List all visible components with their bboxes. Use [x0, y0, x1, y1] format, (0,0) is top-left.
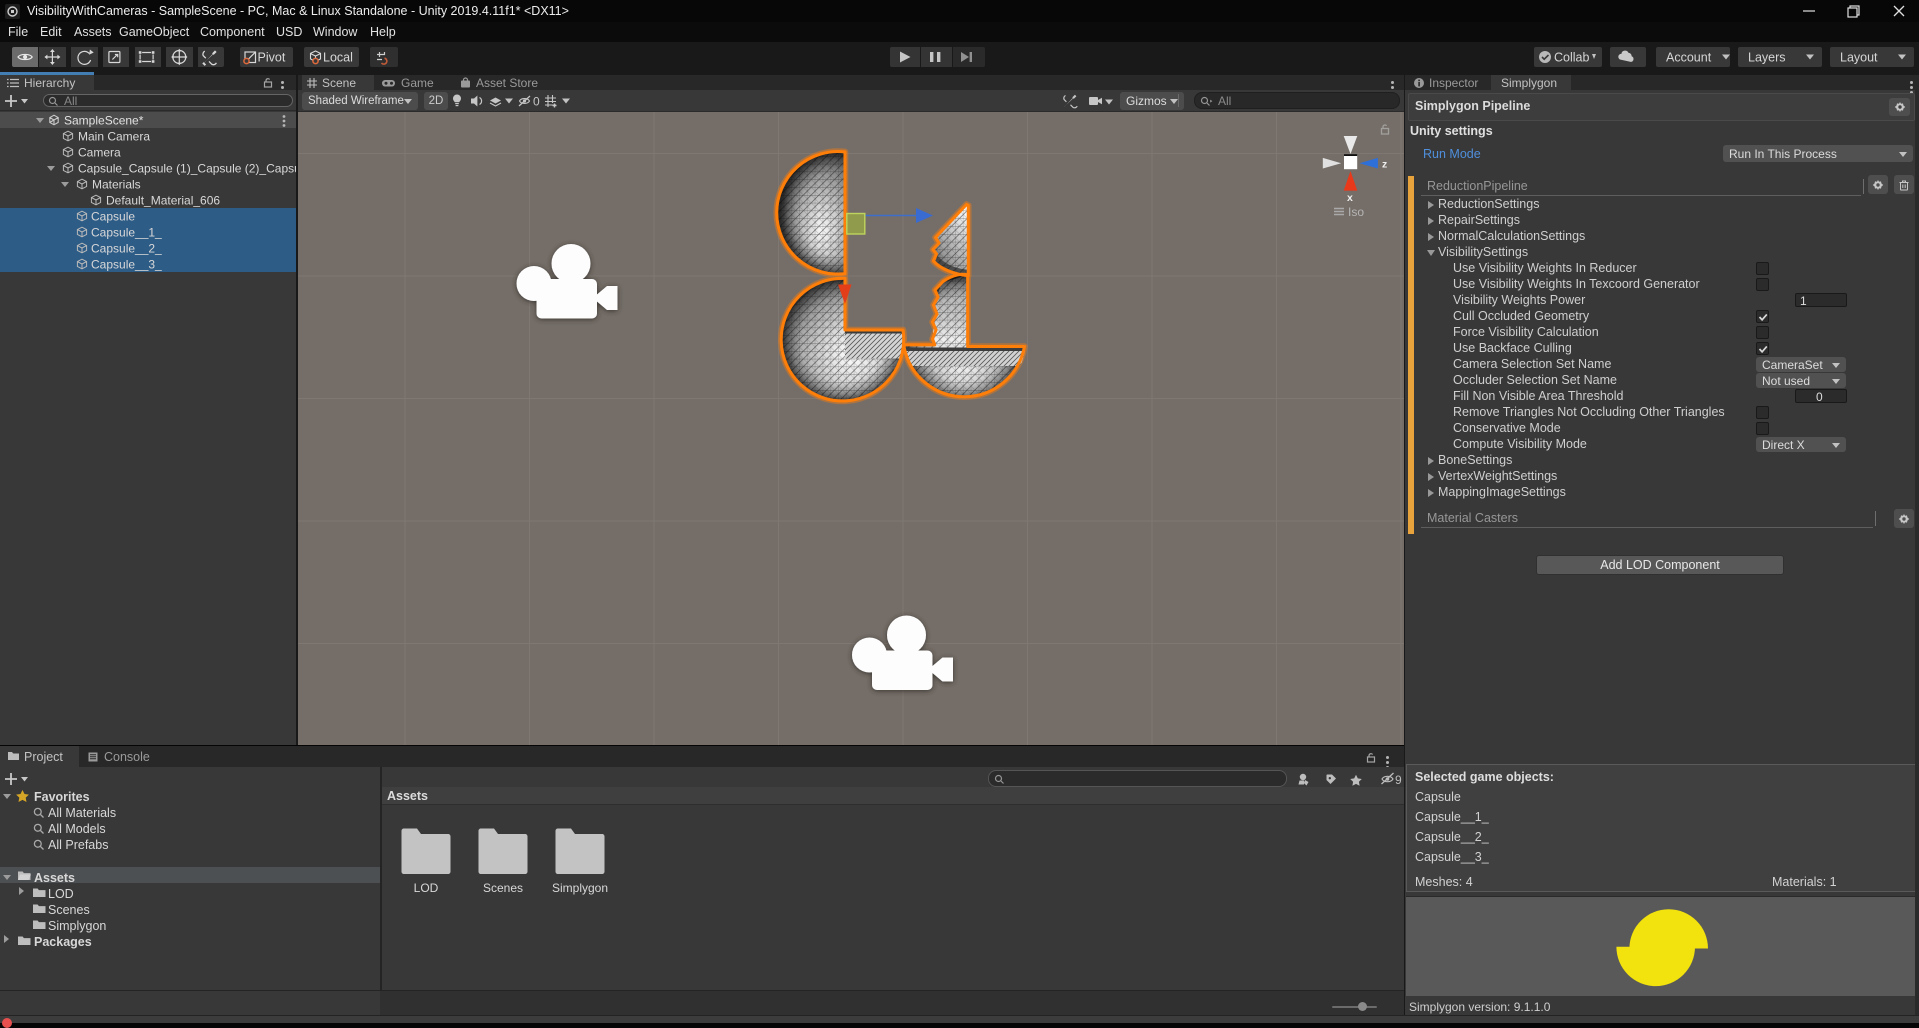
svg-text:Local: Local	[323, 51, 353, 65]
svg-text:x: x	[1347, 192, 1353, 204]
svg-text:Pivot: Pivot	[257, 51, 285, 65]
svg-text:Scenes: Scenes	[48, 903, 90, 917]
svg-text:Assets: Assets	[34, 871, 75, 885]
svg-text:Capsule_Capsule (1)_Capsule (2: Capsule_Capsule (1)_Capsule (2)_Capsu	[78, 162, 296, 176]
svg-text:9: 9	[1395, 773, 1402, 787]
svg-text:All Materials: All Materials	[48, 806, 116, 820]
svg-text:SampleScene*: SampleScene*	[64, 114, 144, 128]
svg-text:Simplygon: Simplygon	[48, 919, 106, 933]
svg-text:z: z	[1382, 159, 1387, 171]
svg-text:Capsule__3_: Capsule__3_	[91, 258, 162, 272]
svg-text:Account: Account	[1666, 51, 1712, 65]
svg-text:Iso: Iso	[1348, 205, 1364, 219]
svg-text:All Prefabs: All Prefabs	[48, 838, 108, 852]
svg-text:Scenes: Scenes	[483, 881, 523, 895]
svg-text:Capsule: Capsule	[91, 210, 135, 224]
svg-text:LOD: LOD	[48, 887, 74, 901]
svg-text:Main Camera: Main Camera	[78, 130, 150, 144]
svg-text:Materials: Materials	[92, 178, 141, 192]
svg-text:Packages: Packages	[34, 935, 92, 949]
svg-text:LOD: LOD	[414, 881, 439, 895]
svg-text:Default_Material_606: Default_Material_606	[106, 194, 220, 208]
svg-text:Collab: Collab	[1554, 51, 1589, 65]
svg-text:Layout: Layout	[1840, 51, 1878, 65]
svg-text:Simplygon: Simplygon	[552, 881, 608, 895]
svg-text:0: 0	[533, 95, 540, 109]
svg-text:Capsule__2_: Capsule__2_	[91, 242, 162, 256]
svg-text:Capsule__1_: Capsule__1_	[91, 226, 162, 240]
svg-text:Camera: Camera	[78, 146, 121, 160]
svg-text:All Models: All Models	[48, 822, 106, 836]
svg-text:Favorites: Favorites	[34, 790, 90, 804]
svg-text:Layers: Layers	[1748, 51, 1786, 65]
